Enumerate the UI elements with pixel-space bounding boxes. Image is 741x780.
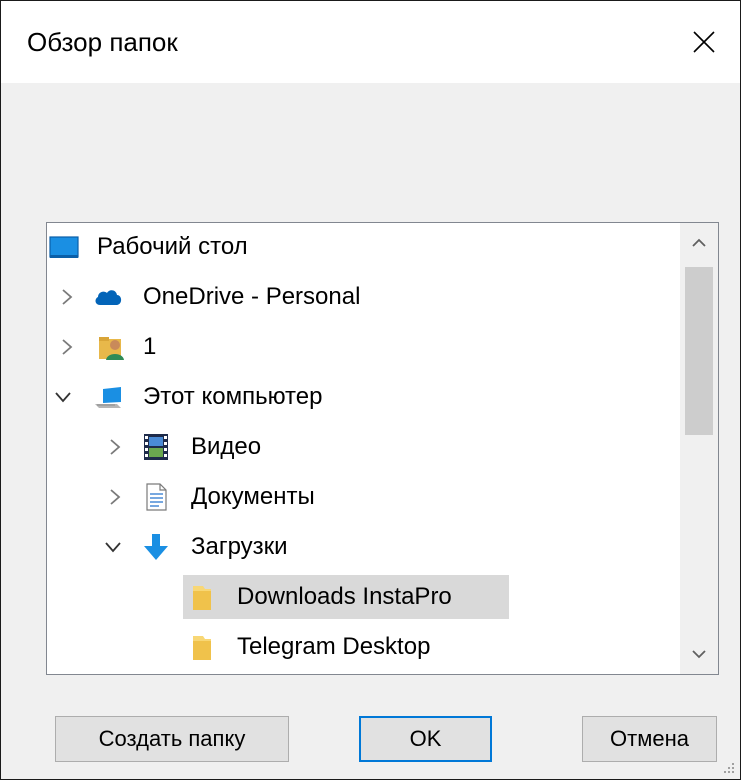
tree-item-videos[interactable]: Видео (47, 423, 672, 471)
chevron-up-icon (692, 238, 706, 247)
chevron-right-icon (62, 289, 73, 305)
cancel-button[interactable]: Отмена (582, 716, 717, 762)
tree-item-label: OneDrive - Personal (143, 283, 361, 310)
tree-item-telegram-desktop[interactable]: Telegram Desktop (47, 623, 672, 671)
desktop-icon (49, 236, 79, 258)
close-icon (693, 31, 715, 53)
scroll-up-button[interactable] (680, 223, 718, 263)
tree-item-label: Видео (191, 433, 262, 460)
onedrive-cloud-icon (95, 290, 122, 305)
tree-item-this-pc[interactable]: Этот компьютер (47, 373, 672, 421)
tree-item-label: 1 (143, 333, 157, 360)
chevron-right-icon (62, 339, 73, 355)
expand-toggle[interactable] (103, 485, 127, 509)
new-folder-button[interactable]: Создать папку (55, 716, 289, 762)
scroll-thumb[interactable] (685, 267, 713, 435)
downloads-arrow-icon (144, 534, 168, 560)
expand-toggle[interactable] (103, 435, 127, 459)
tree-item-documents[interactable]: Документы (47, 473, 672, 521)
tree-item-label: Этот компьютер (143, 383, 323, 410)
window-title: Обзор папок (27, 27, 178, 57)
tree-item-desktop[interactable]: Рабочий стол (47, 223, 672, 271)
browse-folders-dialog: Обзор папок Рабочий стол OneDrive - Pers… (0, 0, 741, 780)
folder-icon (193, 586, 211, 610)
title-bar: Обзор папок (1, 1, 740, 83)
chevron-right-icon (110, 439, 121, 455)
ok-button[interactable]: OK (359, 716, 492, 762)
expand-toggle[interactable] (101, 535, 125, 559)
user-folder-icon (99, 337, 124, 360)
tree-item-downloads[interactable]: Загрузки (47, 523, 672, 571)
tree-item-user[interactable]: 1 (47, 323, 672, 371)
computer-icon (95, 387, 121, 408)
chevron-down-icon (55, 392, 71, 403)
expand-toggle[interactable] (55, 285, 79, 309)
chevron-down-icon (105, 542, 121, 553)
close-button[interactable] (668, 1, 740, 83)
chevron-down-icon (692, 650, 706, 659)
tree-item-label: Telegram Desktop (237, 633, 431, 660)
tree-item-label: Загрузки (191, 533, 288, 560)
folder-icon (193, 636, 211, 660)
folder-tree[interactable]: Рабочий стол OneDrive - Personal 1 Этот … (46, 222, 719, 675)
expand-toggle[interactable] (55, 335, 79, 359)
vertical-scrollbar[interactable] (680, 223, 718, 674)
chevron-right-icon (110, 489, 121, 505)
expand-toggle[interactable] (51, 385, 75, 409)
tree-item-label: Документы (191, 483, 315, 510)
resize-grip-icon[interactable] (722, 761, 736, 775)
tree-item-onedrive[interactable]: OneDrive - Personal (47, 273, 672, 321)
tree-item-downloads-instapro[interactable]: Downloads InstaPro (47, 573, 672, 621)
tree-item-label: Downloads InstaPro (237, 583, 452, 610)
tree-item-label: Рабочий стол (97, 233, 248, 260)
video-folder-icon (144, 434, 168, 460)
scroll-down-button[interactable] (680, 634, 718, 674)
documents-folder-icon (146, 483, 167, 511)
